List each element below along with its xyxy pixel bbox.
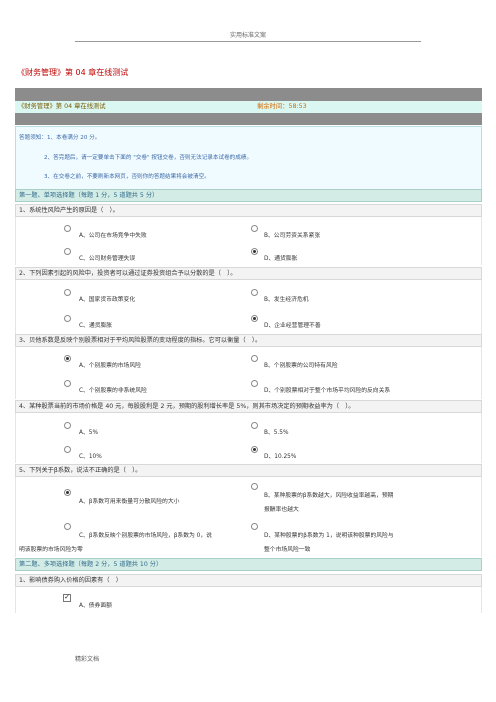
q5-option-b-radio[interactable] [251,483,258,490]
question-text: 1、影响债券购入价格的因素有（ ） [19,577,122,584]
question-5: 5、下列关于β系数，说法不正确的是（ ）。 [15,464,482,477]
q5-option-c-label-line-2: 明该股票的市场风险为零 [19,547,83,553]
q5-option-c-label-line-1: C、β系数反映个别股票的市场风险，β系数为 0，说 [79,533,212,539]
q5-option-a-label: A、β系数可用来衡量可分散风险的大小 [79,499,180,505]
q1-option-b-label: B、公司劳资关系紧张 [264,233,321,239]
question-5-options: A、β系数可用来衡量可分散风险的大小 B、某种股票的β系数越大，风险收益率越高，… [15,477,482,557]
q2-option-a-radio[interactable] [64,289,71,296]
q1-option-b-radio[interactable] [251,225,258,232]
question-1: 1、系统性风险产生的原因是（ ）。 [15,204,482,217]
second-grey-bar [15,113,482,125]
q3-option-d-label: D、个别股票相对于整个市场平均风险的反向关系 [264,388,391,394]
q5-option-b-label-line-2: 报酬率也越大 [264,507,299,513]
question-4: 4、某种股票当前的市场价格是 40 元，每股股利是 2 元，预期的股利增长率是 … [15,400,482,413]
question-1-options: A、公司在市场竞争中失败 B、公司劳资关系紧张 C、公司财务管理失误 D、通货膨… [15,217,482,265]
q1-option-c-label: C、公司财务管理失误 [79,256,136,262]
q4-option-c-radio[interactable] [64,446,71,453]
question-text: 2、下列因素引起的风险中，投资者可以通过证券投资组合予以分散的是（ ）。 [19,270,237,277]
q2-option-d-label: D、企业经营管理不善 [264,323,321,329]
q3-option-b-radio[interactable] [251,355,258,362]
q2-option-c-label: C、通货膨胀 [79,323,113,329]
q2-option-d-radio[interactable] [251,315,258,322]
question-text: 4、某种股票当前的市场价格是 40 元，每股股利是 2 元，预期的股利增长率是 … [19,403,355,410]
q5-option-c-radio[interactable] [64,523,71,530]
section-multiple-choice: 第二题、多项选择题（每题 2 分，5 道题共 10 分） [15,558,482,571]
q5-option-d-label-line-1: D、某种股票的β系数为 1，说明该种股票的风险与 [264,533,394,539]
q4-option-b-radio[interactable] [251,422,258,429]
q5-option-d-label-line-2: 整个市场风险一致 [264,547,311,553]
notice-line-2: 2、答完题后，请一定要单击下面的 "交卷" 按钮交卷，否则无法记录本试卷的成绩。 [44,155,253,161]
document-title: 《财务管理》第 04 章在线测试 [17,68,129,77]
question-3-options: A、个别股票的市场风险 B、个别股票的公司特有风险 C、个别股票的非系统风险 D… [15,347,482,399]
q3-option-c-radio[interactable] [64,380,71,387]
page-header: 实用标准文案 [229,32,266,39]
q4-option-d-label: D、10.25% [264,454,297,460]
q1-option-d-radio[interactable] [251,248,258,255]
section-title: 第二题、多项选择题（每题 2 分，5 道题共 10 分） [19,561,163,568]
section-title: 第一题、单项选择题（每题 1 分，5 道题共 5 分） [19,192,159,199]
question-3: 3、贝他系数是反映个别股票相对于平均风险股票的变动程度的指标。它可以衡量（ ）。 [15,334,482,347]
mq1-option-a-checkbox[interactable]: ✓ [63,594,71,602]
section-single-choice: 第一题、单项选择题（每题 1 分，5 道题共 5 分） [15,189,482,202]
top-grey-bar [15,88,482,101]
q4-option-d-radio[interactable] [251,446,258,453]
q2-option-b-radio[interactable] [251,289,258,296]
q5-option-d-radio[interactable] [251,523,258,530]
page-footer: 精彩文档 [75,656,100,663]
q3-option-b-label: B、个别股票的公司特有风险 [264,363,338,369]
question-text: 1、系统性风险产生的原因是（ ）。 [19,207,119,214]
question-2-options: A、国家货币政策变化 B、发生经济危机 C、通货膨胀 D、企业经营管理不善 [15,280,482,334]
q3-option-d-radio[interactable] [251,380,258,387]
q4-option-c-label: C、10% [79,454,102,460]
remaining-time: 剩余时间：58:53 [257,103,307,110]
q2-option-b-label: B、发生经济危机 [264,297,309,303]
q1-option-d-label: D、通货膨胀 [264,256,298,262]
test-title: 《财务管理》第 04 章在线测试 [18,103,106,110]
q3-option-a-radio[interactable] [64,355,71,362]
header-divider [75,41,421,42]
q3-option-c-label: C、个别股票的非系统风险 [79,388,147,394]
notice-line-1: 答题须知：1、本卷满分 20 分。 [19,135,101,141]
q4-option-a-label: A、5% [79,430,98,436]
notice-line-3: 3、在交卷之前，不要刷新本网页，否则你的答题结果将会被清空。 [44,174,210,180]
question-2: 2、下列因素引起的风险中，投资者可以通过证券投资组合予以分散的是（ ）。 [15,267,482,280]
test-info-bar: 《财务管理》第 04 章在线测试 剩余时间：58:53 [15,101,482,113]
q5-option-a-radio[interactable] [64,489,71,496]
q1-option-a-label: A、公司在市场竞争中失败 [79,233,147,239]
q4-option-a-radio[interactable] [64,422,71,429]
q4-option-b-label: B、5.5% [264,430,289,436]
question-text: 5、下列关于β系数，说法不正确的是（ ）。 [19,467,142,474]
q1-option-a-radio[interactable] [64,225,71,232]
multi-question-1-options: ✓ A、债券面额 [15,587,482,613]
q1-option-c-radio[interactable] [64,248,71,255]
question-text: 3、贝他系数是反映个别股票相对于平均风险股票的变动程度的指标。它可以衡量（ ）。 [19,337,262,344]
multi-question-1: 1、影响债券购入价格的因素有（ ） [15,574,482,587]
answer-notice: 答题须知：1、本卷满分 20 分。 2、答完题后，请一定要单击下面的 "交卷" … [15,126,482,190]
question-4-options: A、5% B、5.5% C、10% D、10.25% [15,413,482,463]
mq1-option-a-label: A、债券面额 [79,603,112,609]
q2-option-c-radio[interactable] [64,315,71,322]
q5-option-b-label-line-1: B、某种股票的β系数越大，风险收益率越高，预期 [264,493,394,499]
q2-option-a-label: A、国家货币政策变化 [79,297,136,303]
q3-option-a-label: A、个别股票的市场风险 [79,363,141,369]
